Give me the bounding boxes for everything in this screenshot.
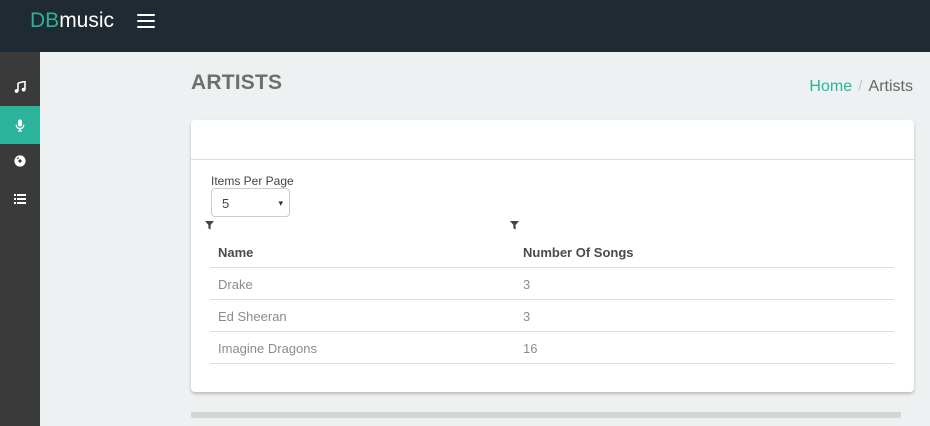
filter-icon[interactable] xyxy=(510,221,519,230)
music-note-icon xyxy=(14,81,26,93)
column-header-number-of-songs[interactable]: Number Of Songs xyxy=(523,245,634,260)
logo-text: music xyxy=(59,9,115,32)
song-count-cell: 3 xyxy=(523,277,531,292)
chevron-down-icon: ▾ xyxy=(278,198,283,208)
page-title: ARTISTS xyxy=(191,71,283,94)
top-navbar: DBmusic xyxy=(0,0,930,52)
table-header-row: Name Number Of Songs xyxy=(210,236,894,268)
sidebar-item-songs[interactable] xyxy=(0,68,40,106)
sidebar xyxy=(0,52,40,426)
list-icon xyxy=(14,194,26,204)
column-header-name[interactable]: Name xyxy=(218,245,253,260)
artist-name-cell: Drake xyxy=(218,277,253,292)
table-row[interactable]: Ed Sheeran 3 xyxy=(210,300,894,332)
card-header xyxy=(191,120,914,160)
menu-toggle-icon[interactable] xyxy=(137,14,155,28)
song-count-cell: 3 xyxy=(523,309,531,324)
artists-table: Name Number Of Songs Drake 3 Ed Sheeran … xyxy=(210,236,894,364)
sidebar-item-artists[interactable] xyxy=(0,106,40,144)
items-per-page-label: Items Per Page xyxy=(211,174,294,188)
breadcrumb: Home / Artists xyxy=(809,78,913,96)
table-row[interactable]: Drake 3 xyxy=(210,268,894,300)
microphone-icon xyxy=(15,119,25,132)
app-logo[interactable]: DBmusic xyxy=(30,8,114,34)
artists-card: Items Per Page 5 ▾ Name Number Of Songs … xyxy=(191,120,914,392)
breadcrumb-current: Artists xyxy=(868,78,913,95)
sidebar-item-playlists[interactable] xyxy=(0,180,40,218)
artist-name-cell: Imagine Dragons xyxy=(218,341,317,356)
logo-accent: DB xyxy=(30,9,60,32)
filter-icon[interactable] xyxy=(205,221,214,230)
artist-name-cell: Ed Sheeran xyxy=(218,309,287,324)
breadcrumb-separator: / xyxy=(858,78,863,95)
song-count-cell: 16 xyxy=(523,341,538,356)
disc-icon xyxy=(14,155,26,167)
table-row[interactable]: Imagine Dragons 16 xyxy=(210,332,894,364)
items-per-page-select[interactable]: 5 ▾ xyxy=(211,188,290,217)
breadcrumb-home-link[interactable]: Home xyxy=(809,78,852,95)
sidebar-item-albums[interactable] xyxy=(0,142,40,180)
horizontal-scrollbar[interactable] xyxy=(191,412,901,418)
items-per-page-value: 5 xyxy=(222,196,230,211)
